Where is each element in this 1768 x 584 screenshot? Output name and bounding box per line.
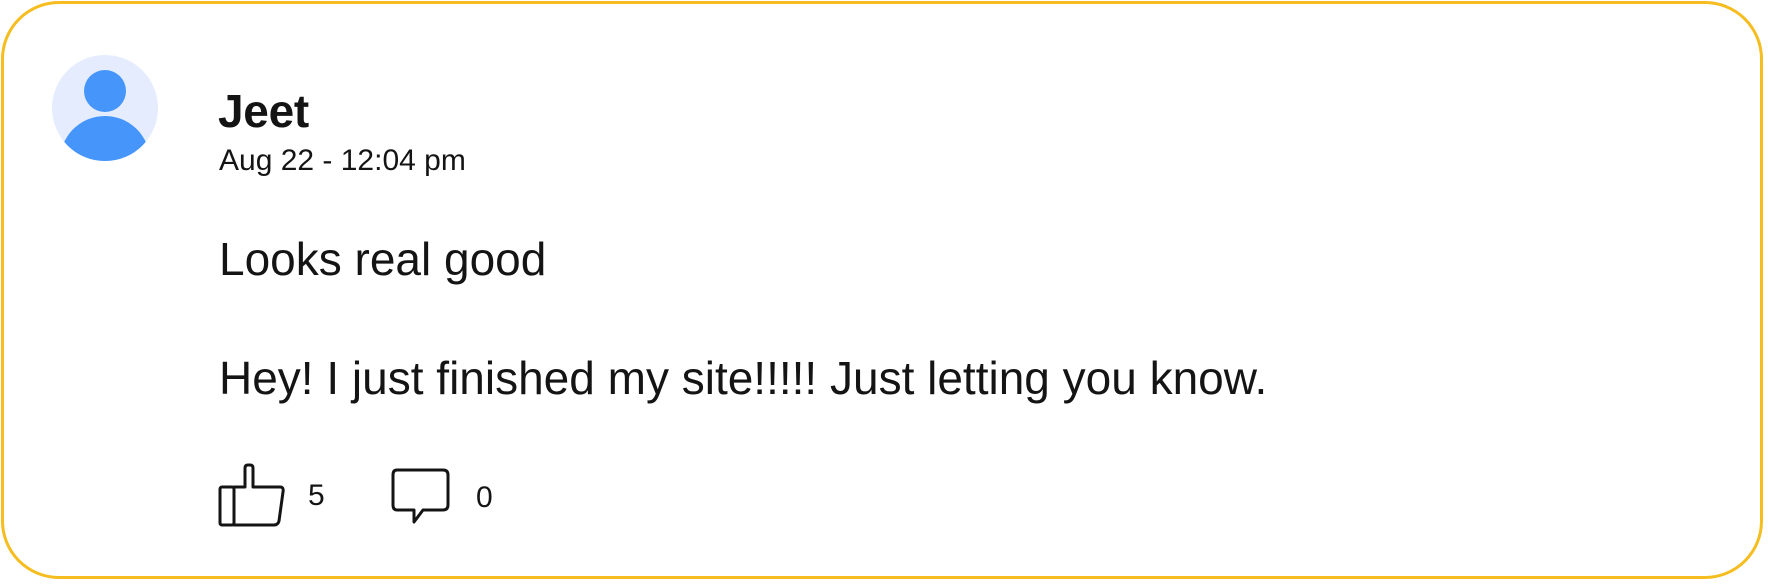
- comment-timestamp: Aug 22 - 12:04 pm: [219, 144, 466, 177]
- user-avatar-icon: [52, 55, 158, 161]
- thumbs-up-icon: [218, 463, 285, 527]
- author-name: Jeet: [218, 85, 309, 137]
- avatar[interactable]: [52, 55, 158, 161]
- comment-card: Jeet Aug 22 - 12:04 pm Looks real good H…: [1, 1, 1763, 579]
- speech-bubble-icon: [391, 468, 450, 524]
- comment-body-line: Hey! I just finished my site!!!!! Just l…: [219, 352, 1268, 404]
- reply-button[interactable]: 0: [391, 468, 493, 528]
- reply-count: 0: [476, 481, 493, 514]
- comment-body-line: Looks real good: [219, 233, 547, 285]
- like-count: 5: [308, 479, 325, 512]
- like-button[interactable]: 5: [218, 463, 325, 529]
